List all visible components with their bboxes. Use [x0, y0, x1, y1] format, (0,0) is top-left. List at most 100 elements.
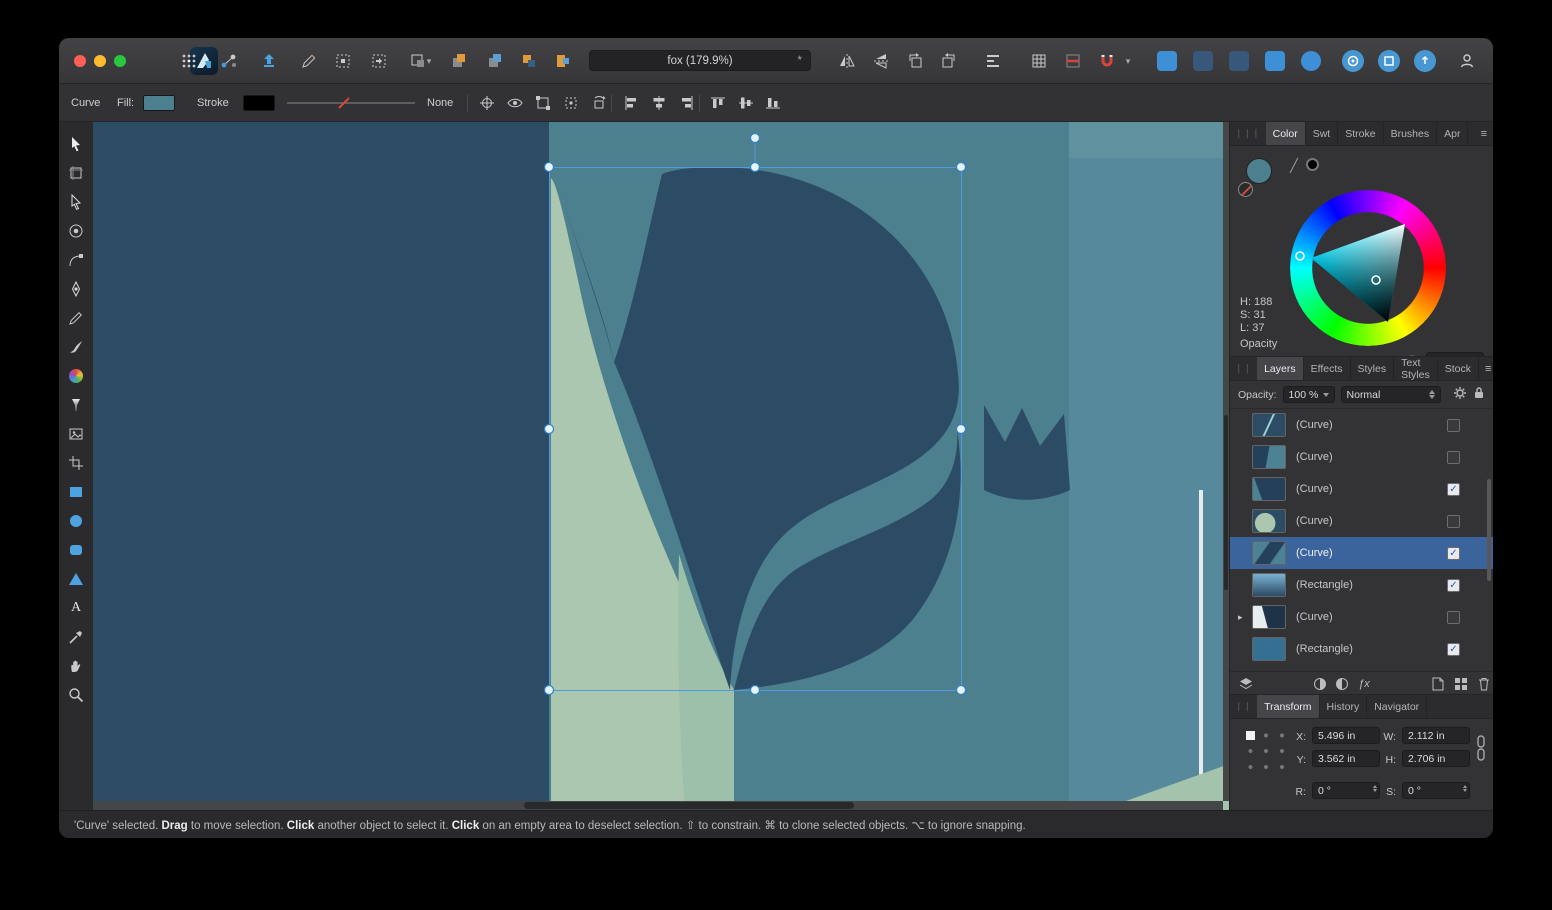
ellipse-tool[interactable] [67, 513, 85, 529]
text-tool[interactable]: A [67, 600, 85, 616]
shear-input[interactable]: 0 ° [1402, 782, 1470, 799]
align-middle-icon[interactable] [738, 84, 754, 122]
snap-candy-spread-icon[interactable] [1299, 49, 1323, 73]
rotate-selection-icon[interactable] [591, 84, 607, 122]
zoom-tool[interactable] [67, 687, 85, 703]
align-left-icon[interactable] [623, 84, 639, 122]
layers-scrollbar-thumb[interactable] [1487, 479, 1491, 581]
tab-swatches[interactable]: Swt [1306, 122, 1339, 145]
flip-vertical-icon[interactable] [869, 49, 893, 73]
rotation-handle[interactable] [751, 134, 760, 143]
assets-circle-button[interactable] [1377, 49, 1401, 73]
layer-visibility-checkbox[interactable] [1447, 515, 1460, 528]
h-input[interactable]: 2.706 in [1402, 750, 1470, 767]
tab-styles[interactable]: Styles [1351, 357, 1395, 380]
rounded-rectangle-tool[interactable] [67, 542, 85, 558]
mask-layer-icon[interactable] [1310, 672, 1330, 696]
layer-row[interactable]: (Curve)✓ [1230, 537, 1493, 569]
layer-row[interactable]: (Curve) [1230, 409, 1493, 441]
panel-menu-icon[interactable]: ≡ [1475, 122, 1493, 145]
fill-swatch[interactable] [143, 84, 175, 122]
delete-layer-trash-icon[interactable] [1474, 672, 1493, 696]
share-circle-button[interactable] [1413, 49, 1437, 73]
active-fill-swatch[interactable] [1246, 158, 1272, 184]
selection-handle[interactable] [545, 163, 554, 172]
preview-eye-icon[interactable] [507, 84, 523, 122]
panel-grip[interactable]: ❘❘ [1230, 695, 1257, 718]
vertical-scrollbar[interactable] [1223, 122, 1229, 801]
stroke-width-slider[interactable] [287, 84, 415, 122]
order-icon[interactable] [981, 49, 1005, 73]
color-wheel[interactable] [1290, 190, 1446, 346]
tab-navigator[interactable]: Navigator [1367, 695, 1427, 718]
layers-stack-icon[interactable] [1236, 672, 1256, 696]
snap-object-icon[interactable] [551, 49, 575, 73]
blend-options-gear-icon[interactable] [1453, 386, 1467, 403]
flip-horizontal-icon[interactable] [835, 49, 859, 73]
selection-handle[interactable] [751, 686, 760, 695]
export-shield-icon[interactable] [257, 49, 281, 73]
link-dimensions-chain-icon[interactable] [1476, 735, 1486, 761]
snap-candy-geometry-icon[interactable] [1263, 49, 1287, 73]
snapping-dropdown-caret[interactable]: ▾ [1121, 49, 1135, 73]
layer-row[interactable]: (Curve) [1230, 505, 1493, 537]
snap-grid-icon[interactable] [517, 49, 541, 73]
tab-color[interactable]: Color [1266, 122, 1306, 145]
tab-layers[interactable]: Layers [1257, 357, 1304, 380]
disclosure-icon[interactable]: ▸ [1238, 612, 1252, 623]
layer-visibility-checkbox[interactable] [1447, 419, 1460, 432]
vector-crop-tool[interactable] [67, 455, 85, 471]
shear-stepper[interactable] [1463, 785, 1467, 792]
grid-icon[interactable] [1027, 49, 1051, 73]
rotate-ccw-icon[interactable] [903, 49, 927, 73]
layer-visibility-checkbox[interactable] [1447, 611, 1460, 624]
snap-align-icon[interactable] [483, 49, 507, 73]
tab-history[interactable]: History [1320, 695, 1368, 718]
transparency-tool[interactable] [67, 397, 85, 413]
layer-visibility-checkbox[interactable]: ✓ [1447, 547, 1460, 560]
canvas[interactable] [93, 122, 1229, 810]
tab-appearance[interactable]: Apr [1437, 122, 1468, 145]
align-center-icon[interactable] [651, 84, 667, 122]
corner-tool[interactable] [67, 252, 85, 268]
horizontal-scrollbar[interactable] [93, 801, 1223, 810]
minimize-window-button[interactable] [94, 55, 106, 67]
hue-selector-dot[interactable] [1296, 252, 1304, 260]
no-color-swatch[interactable] [1238, 182, 1253, 197]
tab-effects[interactable]: Effects [1304, 357, 1351, 380]
layer-effects-fx-icon[interactable]: ƒx [1354, 672, 1374, 696]
selection-handle[interactable] [957, 425, 966, 434]
selection-handle[interactable] [545, 425, 554, 434]
w-input[interactable]: 2.112 in [1402, 727, 1470, 744]
layer-row[interactable]: (Curve)✓ [1230, 473, 1493, 505]
layer-visibility-checkbox[interactable]: ✓ [1447, 579, 1460, 592]
close-window-button[interactable] [74, 55, 86, 67]
artboard-tool[interactable] [67, 165, 85, 181]
insert-artboard-icon[interactable] [331, 49, 355, 73]
insert-inside-icon[interactable] [367, 49, 391, 73]
align-bottom-icon[interactable] [765, 84, 781, 122]
saturation-triangle[interactable] [1311, 224, 1405, 322]
snap-move-icon[interactable] [447, 49, 471, 73]
layer-visibility-checkbox[interactable]: ✓ [1447, 643, 1460, 656]
rotation-input[interactable]: 0 ° [1312, 782, 1380, 799]
tab-transform[interactable]: Transform [1257, 695, 1319, 718]
lock-icon[interactable] [1473, 386, 1485, 403]
layer-row[interactable]: (Rectangle)✓ [1230, 633, 1493, 665]
panel-menu-icon[interactable]: ≡ [1479, 357, 1493, 380]
snap-candy-move-icon[interactable] [1155, 49, 1179, 73]
snap-candy-node-icon[interactable] [1191, 49, 1215, 73]
stock-circle-button[interactable] [1341, 49, 1365, 73]
anchor-point-selector[interactable] [1244, 729, 1288, 773]
selection-handle[interactable] [957, 163, 966, 172]
adjustment-layer-icon[interactable] [1332, 672, 1352, 696]
transform-origin-icon[interactable] [479, 84, 495, 122]
grid-dots-icon[interactable] [177, 49, 201, 73]
layer-visibility-checkbox[interactable]: ✓ [1447, 483, 1460, 496]
tab-text-styles[interactable]: Text Styles [1394, 357, 1438, 380]
layer-row[interactable]: (Rectangle)✓ [1230, 569, 1493, 601]
panel-grip[interactable]: ❘❘ [1230, 357, 1257, 380]
triangle-tool[interactable] [67, 571, 85, 587]
layers-opacity-dropdown[interactable]: 100 % [1283, 386, 1335, 403]
show-bbox-icon[interactable] [563, 84, 579, 122]
